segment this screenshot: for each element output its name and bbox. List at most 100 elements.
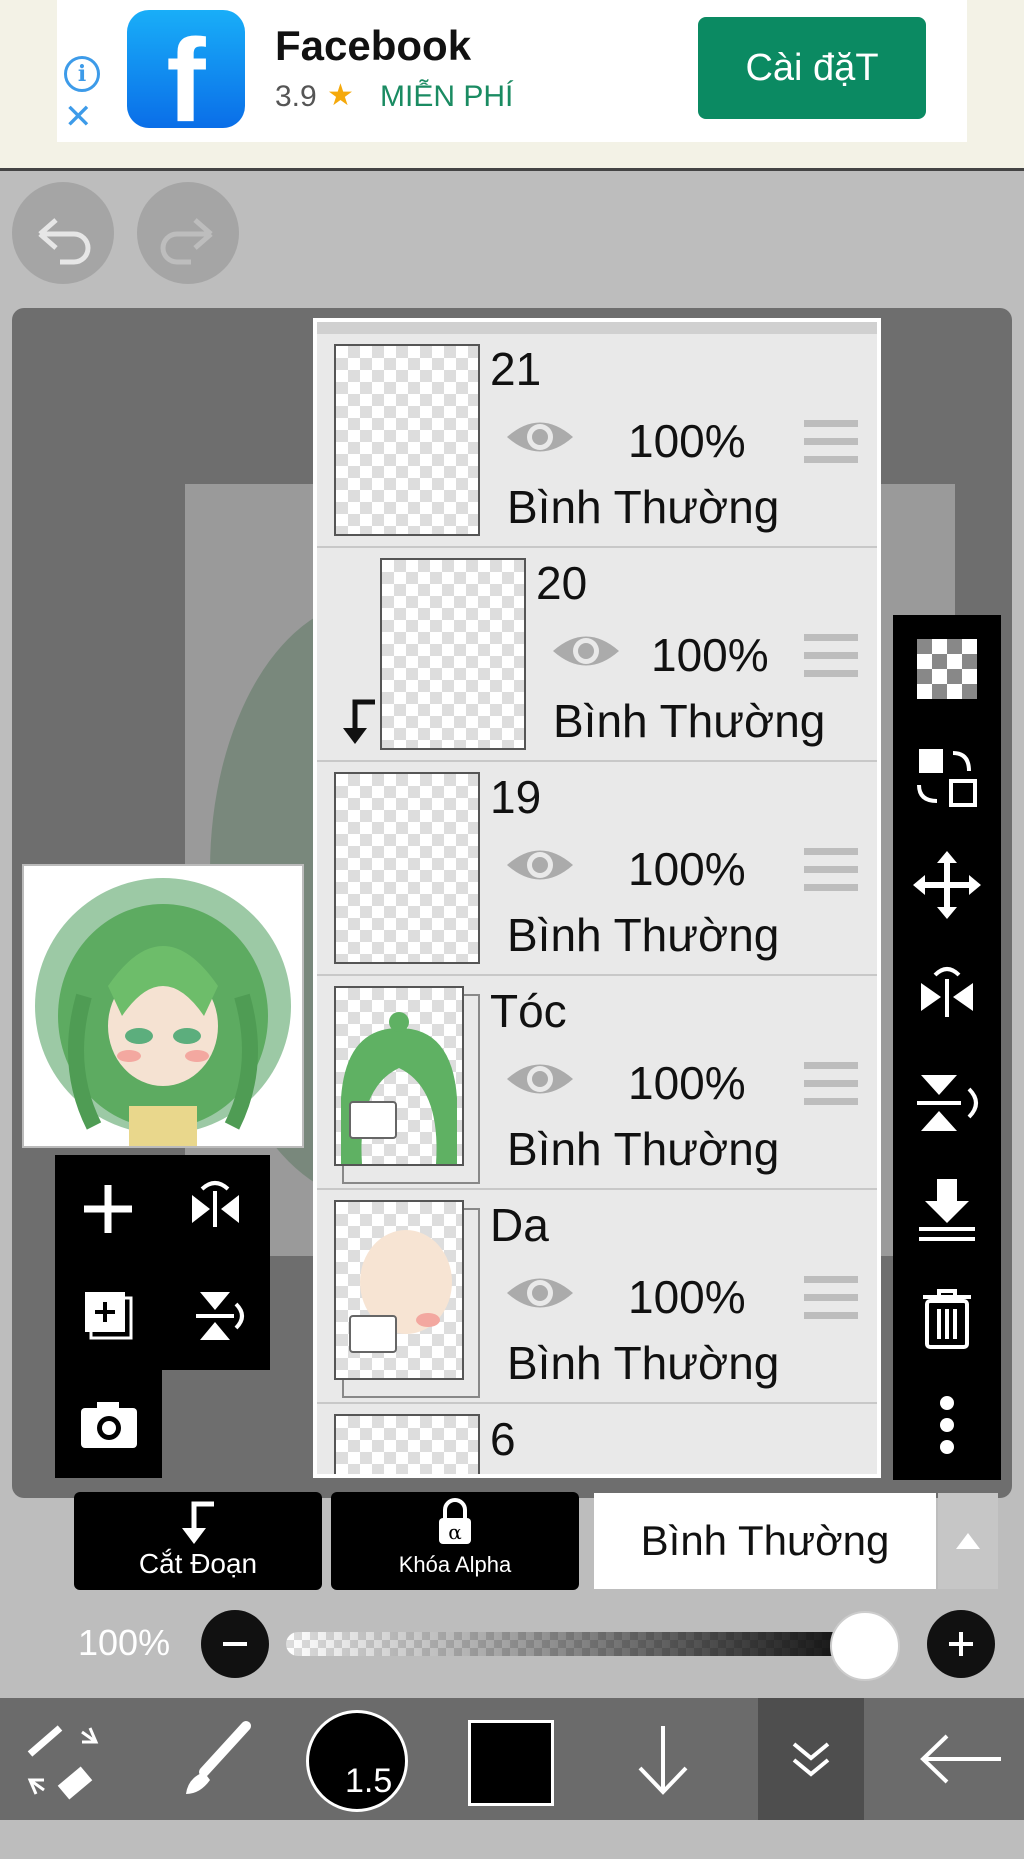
flip-rotate-icon [917,1075,978,1131]
layer-blend-mode: Bình Thường [507,1337,780,1389]
plus-icon [84,1185,132,1233]
more-options-button[interactable] [893,1371,1001,1479]
layer-name: Tóc [490,985,567,1037]
layer-thumbnail[interactable] [380,558,526,750]
alpha-lock-button[interactable]: α Khóa Alpha [331,1492,579,1590]
move-button[interactable] [893,831,1001,939]
ad-app-name: Facebook [275,22,472,69]
layer-panel[interactable]: 21 100% Bình Thường 20 100% Bình Thường … [313,318,881,1478]
ad-price: MIỄN PHÍ [380,80,514,113]
layer-row[interactable]: Da 100% Bình Thường [317,1190,877,1404]
triangle-up-icon [956,1533,980,1549]
brush-eraser-switch-icon [27,1725,99,1800]
layer-opacity: 100% [651,629,769,681]
layer-blend-mode: Bình Thường [507,1123,780,1175]
clipping-label: Cắt Đoạn [138,1548,258,1579]
artwork-preview [35,878,291,1146]
camera-panel [55,1370,162,1478]
layer-thumbnail[interactable] [334,1200,464,1380]
layer-row[interactable]: 19 100% Bình Thường [317,762,877,976]
layer-thumbnail[interactable] [334,986,464,1166]
layer-row[interactable]: 20 100% Bình Thường [317,548,877,762]
drag-handle-icon[interactable] [804,1062,858,1106]
layer-name: 20 [536,557,588,609]
eye-icon[interactable] [503,414,577,460]
checkerboard-icon [917,639,977,699]
layer-row[interactable]: 6 [317,1404,877,1474]
duplicate-layer-icon [85,1292,133,1340]
layer-name: 19 [490,771,542,823]
flip-horizontal-icon [192,1181,239,1227]
eye-icon[interactable] [549,628,623,674]
folder-icon [349,1315,397,1353]
drag-handle-icon[interactable] [804,848,858,892]
plus-icon [949,1632,973,1656]
layer-blend-mode: Bình Thường [553,695,826,747]
color-swatch[interactable] [468,1720,554,1806]
eye-icon[interactable] [503,1056,577,1102]
drag-handle-icon[interactable] [804,420,858,464]
canvas-thumbnail[interactable] [22,864,304,1148]
ad-rating: 3.9 [275,80,317,113]
layer-panel-top-edge [317,322,877,334]
flip-rotate-button[interactable] [893,1047,1001,1155]
eye-icon[interactable] [503,1270,577,1316]
drag-handle-icon[interactable] [804,634,858,678]
opacity-slider-knob[interactable] [830,1611,900,1681]
clipping-arrow-icon [182,1501,214,1544]
ad-info-icon[interactable]: i [64,56,100,92]
opacity-increase-button[interactable] [927,1610,995,1678]
brush-tool-button[interactable] [164,1698,270,1820]
blend-mode-select[interactable]: Bình Thường [594,1493,936,1589]
layer-name: 6 [490,1413,516,1465]
redo-button[interactable] [137,182,239,284]
move-layer-down-button[interactable] [610,1698,716,1820]
delete-layer-button[interactable] [893,1263,1001,1371]
layer-blend-mode: Bình Thường [507,909,780,961]
camera-button[interactable] [55,1370,162,1477]
clipping-button[interactable]: Cắt Đoạn [74,1492,322,1590]
layer-opacity: 100% [628,415,746,467]
eye-icon[interactable] [503,842,577,888]
blend-mode-dropdown-button[interactable] [938,1493,998,1589]
right-tool-strip [893,615,1001,1480]
back-button[interactable] [905,1698,1015,1820]
ad-install-button[interactable]: Cài đặT [698,17,926,119]
alpha-lock-label: Khóa Alpha [398,1552,512,1577]
opacity-slider-track[interactable] [286,1632,896,1656]
star-icon: ★ [327,79,354,112]
transparent-background-button[interactable] [893,615,1001,723]
swap-layer-icon [917,749,977,807]
layer-thumbnail[interactable] [334,772,480,964]
undo-button[interactable] [12,182,114,284]
more-vertical-icon [940,1396,954,1454]
layer-tools-panel [55,1155,270,1370]
duplicate-layer-button[interactable] [55,1262,162,1369]
ad-banner: i ✕ f Facebook 3.9 ★ MIỄN PHÍ Cài đặT [0,0,1024,171]
tool-switch-button[interactable] [10,1698,116,1820]
ad-close-icon[interactable]: ✕ [64,100,93,134]
layer-thumbnail[interactable] [334,344,480,536]
svg-text:α: α [448,1520,462,1544]
layers-panel-button[interactable] [758,1698,864,1820]
layer-row[interactable]: 21 100% Bình Thường [317,334,877,548]
layer-thumbnail[interactable] [334,1414,480,1474]
folder-icon [349,1101,397,1139]
undo-icon [38,218,91,265]
flip-vertical-button[interactable] [162,1262,269,1369]
layer-row[interactable]: Tóc 100% Bình Thường [317,976,877,1190]
brush-size-value: 1.5 [345,1762,393,1800]
layer-name: 21 [490,343,542,395]
arrow-left-icon [920,1734,1001,1784]
layer-opacity: 100% [628,1057,746,1109]
mirror-button[interactable] [893,939,1001,1047]
facebook-logo-icon[interactable]: f [127,10,245,147]
drag-handle-icon[interactable] [804,1276,858,1320]
mirror-icon [921,967,973,1017]
lock-icon: α [439,1498,471,1544]
add-layer-button[interactable] [55,1155,162,1262]
flip-horizontal-button[interactable] [162,1155,269,1262]
merge-down-button[interactable] [893,1155,1001,1263]
swap-layer-button[interactable] [893,723,1001,831]
opacity-decrease-button[interactable] [201,1610,269,1678]
